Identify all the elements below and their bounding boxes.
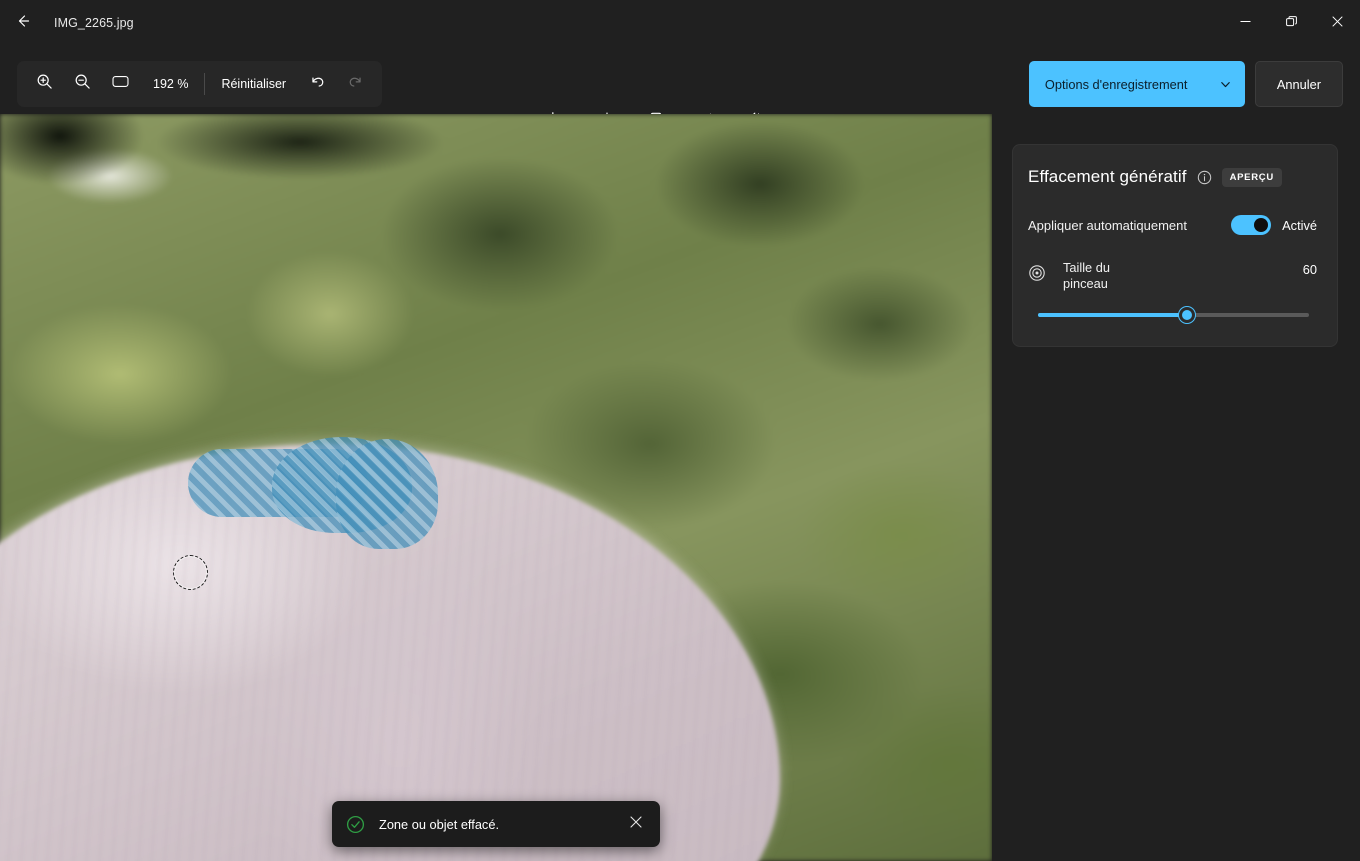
redo-icon xyxy=(347,73,364,95)
brush-size-row: Taille du pinceau 60 xyxy=(1028,260,1317,292)
window-controls xyxy=(1222,0,1360,46)
toast-close-button[interactable] xyxy=(622,810,650,838)
undo-icon xyxy=(309,73,326,95)
brush-cursor-circle xyxy=(173,555,208,590)
reset-button[interactable]: Réinitialiser xyxy=(209,69,298,99)
back-button[interactable] xyxy=(0,0,46,46)
save-options-button[interactable]: Options d'enregistrement xyxy=(1028,61,1245,107)
cancel-button[interactable]: Annuler xyxy=(1254,61,1343,107)
preview-badge: APERÇU xyxy=(1221,167,1282,187)
panel-header: Effacement génératif APERÇU xyxy=(1028,167,1317,187)
slider-fill xyxy=(1038,313,1188,317)
zoom-out-button[interactable] xyxy=(63,66,101,102)
undo-button[interactable] xyxy=(298,66,336,102)
close-icon xyxy=(630,815,642,833)
check-circle-icon xyxy=(346,815,365,834)
brush-size-slider[interactable] xyxy=(1038,306,1309,324)
selection-mask-stroke[interactable] xyxy=(336,439,438,549)
minimize-button[interactable] xyxy=(1222,0,1268,46)
brush-size-label: Taille du pinceau xyxy=(1063,260,1110,291)
toast-message: Zone ou objet effacé. xyxy=(379,816,500,832)
auto-apply-toggle[interactable] xyxy=(1231,215,1272,235)
toast-notification: Zone ou objet effacé. xyxy=(332,801,660,847)
save-options-label: Options d'enregistrement xyxy=(1044,76,1188,92)
brush-size-icon xyxy=(1028,264,1046,282)
fit-to-screen-icon xyxy=(111,73,129,95)
auto-apply-state: Activé xyxy=(1282,217,1317,233)
minimize-icon xyxy=(1240,14,1251,32)
action-buttons: Options d'enregistrement Annuler xyxy=(1028,61,1343,107)
photos-editor-window: IMG_2265.jpg 192 % Réinitialiser Options… xyxy=(0,0,1360,861)
chevron-down-icon[interactable] xyxy=(1211,78,1241,91)
generative-erase-panel: Effacement génératif APERÇU Appliquer au… xyxy=(1012,144,1338,347)
toolbar-divider xyxy=(204,73,206,95)
info-icon[interactable] xyxy=(1197,170,1212,185)
slider-thumb[interactable] xyxy=(1179,307,1196,323)
command-bar: 192 % Réinitialiser Options d'enregistre… xyxy=(0,46,1360,131)
maximize-button[interactable] xyxy=(1268,0,1314,46)
close-button[interactable] xyxy=(1314,0,1360,46)
maximize-icon xyxy=(1285,14,1297,32)
arrow-left-icon xyxy=(15,13,31,34)
zoom-in-icon xyxy=(36,73,53,95)
redo-button[interactable] xyxy=(336,66,374,102)
title-bar: IMG_2265.jpg xyxy=(0,0,1360,46)
toggle-knob xyxy=(1254,218,1269,232)
panel-title: Effacement génératif xyxy=(1028,167,1187,186)
auto-apply-label: Appliquer automatiquement xyxy=(1028,217,1187,233)
brush-size-value: 60 xyxy=(1302,262,1317,277)
zoom-toolbar: 192 % Réinitialiser xyxy=(17,61,383,107)
fit-to-screen-button[interactable] xyxy=(101,66,139,102)
zoom-in-button[interactable] xyxy=(25,66,63,102)
zoom-level-label[interactable]: 192 % xyxy=(139,77,200,91)
auto-apply-row: Appliquer automatiquement Activé xyxy=(1028,215,1317,235)
zoom-out-icon xyxy=(74,73,91,95)
image-canvas[interactable] xyxy=(0,114,992,861)
auto-apply-control: Activé xyxy=(1231,215,1317,235)
close-icon xyxy=(1331,14,1343,32)
file-name-label: IMG_2265.jpg xyxy=(54,16,134,30)
